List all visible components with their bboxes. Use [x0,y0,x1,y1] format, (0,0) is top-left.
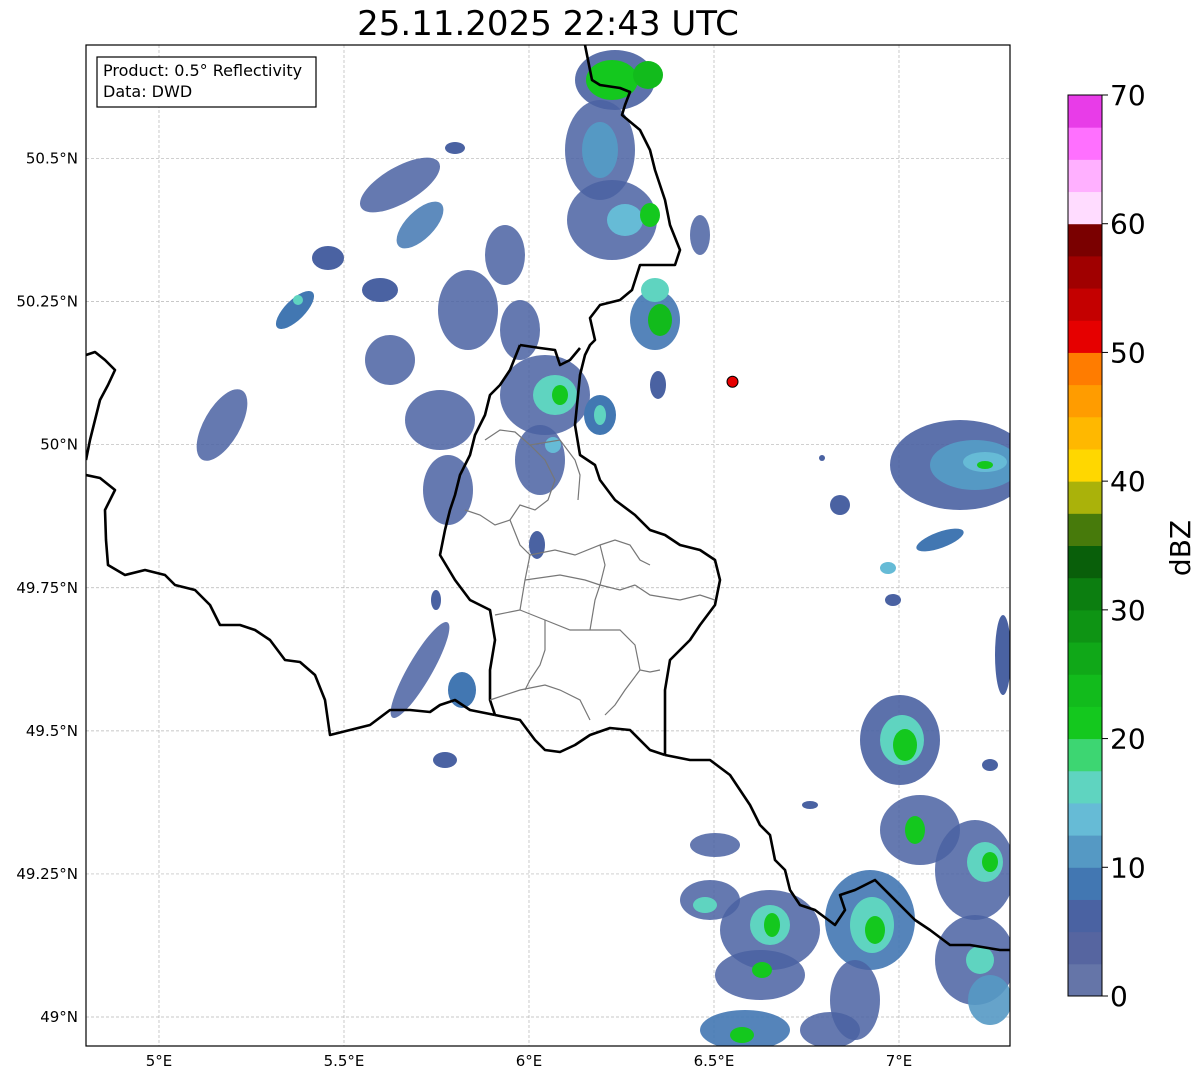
colorbar-segment [1068,577,1102,611]
colorbar-segment [1068,448,1102,482]
colorbar-segment [1068,513,1102,546]
colorbar-tick-label: 30 [1110,594,1146,627]
colorbar-segment [1068,223,1102,257]
lon-tick-label: 6°E [516,1052,543,1070]
colorbar-segment [1068,159,1102,193]
colorbar-segment [1068,288,1102,321]
colorbar-segment [1068,899,1102,933]
colorbar [1067,94,1103,997]
colorbar-segment [1068,255,1102,289]
colorbar-segment [1068,352,1102,386]
colorbar-segment [1068,545,1102,579]
colorbar-ticks: 0 10 20 30 40 50 60 70 [1102,79,1146,1013]
colorbar-segment [1068,416,1102,450]
colorbar-segment [1068,609,1102,643]
info-product: Product: 0.5° Reflectivity [103,61,302,80]
colorbar-segment [1068,706,1102,740]
colorbar-tick-label: 60 [1110,208,1146,241]
colorbar-segment [1068,95,1102,128]
lat-tick-label: 49.75°N [16,579,78,597]
colorbar-tick-label: 70 [1110,79,1146,112]
colorbar-segment [1068,835,1102,868]
radar-site-marker [726,375,739,388]
colorbar-segment [1068,931,1102,965]
colorbar-segment [1068,770,1102,804]
radar-map-figure: Product: 0.5° Reflectivity Data: DWD 5°E… [16,44,1197,1070]
colorbar-segment [1068,963,1102,997]
lon-tick-label: 7°E [886,1052,913,1070]
info-data-source: Data: DWD [103,82,192,101]
colorbar-segment [1068,127,1102,160]
lat-tick-label: 49.5°N [26,722,78,740]
info-box: Product: 0.5° Reflectivity Data: DWD [96,56,317,108]
colorbar-label: dBZ [1164,520,1197,576]
colorbar-tick-label: 50 [1110,336,1146,369]
colorbar-segment [1068,481,1102,514]
longitude-labels: 5°E 5.5°E 6°E 6.5°E 7°E [146,1052,913,1070]
colorbar-segment [1068,802,1102,836]
colorbar-tick-label: 0 [1110,980,1128,1013]
lat-tick-label: 49.25°N [16,865,78,883]
colorbar-segment [1068,384,1102,418]
lon-tick-label: 5.5°E [324,1052,365,1070]
lat-tick-label: 50.25°N [16,293,78,311]
latitude-labels: 49°N 49.25°N 49.5°N 49.75°N 50°N 50.25°N 50.5°… [16,150,78,1026]
colorbar-segment [1068,738,1102,772]
colorbar-segment [1068,191,1102,225]
lat-tick-label: 49°N [40,1008,78,1026]
lon-tick-label: 6.5°E [694,1052,735,1070]
colorbar-tick-label: 10 [1110,851,1146,884]
colorbar-tick-label: 20 [1110,723,1146,756]
lat-tick-label: 50.5°N [26,150,78,168]
colorbar-segment [1068,867,1102,900]
colorbar-tick-label: 40 [1110,465,1146,498]
colorbar-segment [1068,674,1102,707]
colorbar-segment [1068,642,1102,675]
colorbar-segment [1068,320,1102,353]
lat-tick-label: 50°N [40,436,78,454]
lon-tick-label: 5°E [146,1052,173,1070]
